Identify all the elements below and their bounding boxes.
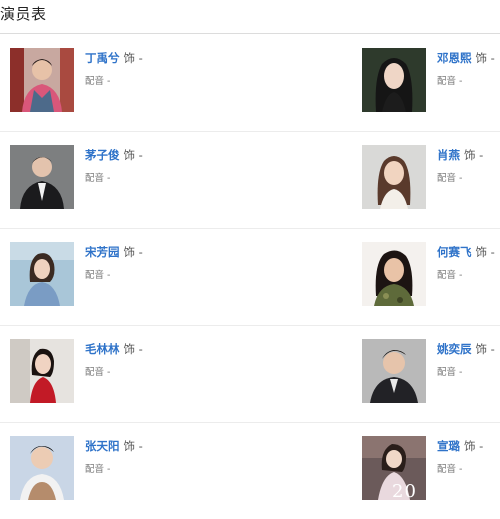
actor-photo[interactable]	[10, 145, 74, 209]
actor-name-link[interactable]: 宋芳园	[85, 245, 120, 259]
voice-label: 配音 -	[85, 76, 111, 87]
role-label: 饰 -	[123, 51, 143, 65]
role-label: 饰 -	[475, 245, 495, 259]
role-label: 饰 -	[123, 148, 143, 162]
actor-photo[interactable]	[10, 339, 74, 403]
voice-label: 配音 -	[85, 367, 111, 378]
voice-label: 配音 -	[437, 270, 463, 281]
actor-photo[interactable]	[10, 242, 74, 306]
page-number-overlay: 20	[392, 481, 417, 502]
actor-name-link[interactable]: 宣璐	[437, 439, 460, 453]
actor-photo[interactable]	[362, 242, 426, 306]
voice-label: 配音 -	[85, 464, 111, 475]
actor-name-link[interactable]: 何赛飞	[437, 245, 472, 259]
voice-label: 配音 -	[85, 270, 111, 281]
role-label: 饰 -	[464, 439, 484, 453]
role-label: 饰 -	[123, 342, 143, 356]
actor-name-link[interactable]: 丁禹兮	[85, 51, 120, 65]
voice-label: 配音 -	[437, 76, 463, 87]
cast-grid: 丁禹兮饰 - 配音 - 邓恩熙饰 - 配音 - 茅子俊 饰 - 配音 - 肖燕 …	[0, 35, 500, 519]
role-label: 饰 -	[475, 51, 495, 65]
actor-name-link[interactable]: 张天阳	[85, 439, 120, 453]
actor-photo[interactable]	[362, 48, 426, 112]
actor-photo[interactable]	[10, 436, 74, 500]
actor-name-link[interactable]: 肖燕	[437, 148, 460, 162]
role-label: 饰 -	[475, 342, 495, 356]
cast-row: 丁禹兮饰 - 配音 - 邓恩熙饰 - 配音 -	[0, 35, 500, 132]
cast-header: 演员表	[0, 0, 500, 34]
cast-row: 毛林林饰 - 配音 - 姚奕辰饰 - 配音 -	[0, 326, 500, 423]
cast-row: 张天阳饰 - 配音 - 宣璐饰 - 配音 -	[0, 423, 500, 519]
actor-name-link[interactable]: 茅子俊	[85, 148, 120, 162]
actor-name-link[interactable]: 邓恩熙	[437, 51, 472, 65]
voice-label: 配音 -	[85, 173, 111, 184]
voice-label: 配音 -	[437, 464, 463, 475]
actor-name-link[interactable]: 毛林林	[85, 342, 120, 356]
role-label: 饰 -	[123, 245, 143, 259]
voice-label: 配音 -	[437, 367, 463, 378]
cast-row: 宋芳园饰 - 配音 - 何赛飞饰 - 配音 -	[0, 229, 500, 326]
section-title: 演员表	[0, 5, 47, 23]
voice-label: 配音 -	[437, 173, 463, 184]
actor-photo[interactable]	[10, 48, 74, 112]
role-label: 饰 -	[123, 439, 143, 453]
actor-name-link[interactable]: 姚奕辰	[437, 342, 472, 356]
role-label: 饰 -	[464, 148, 484, 162]
actor-photo[interactable]	[362, 339, 426, 403]
actor-photo[interactable]	[362, 145, 426, 209]
cast-row: 茅子俊饰 - 配音 - 肖燕饰 - 配音 -	[0, 132, 500, 229]
